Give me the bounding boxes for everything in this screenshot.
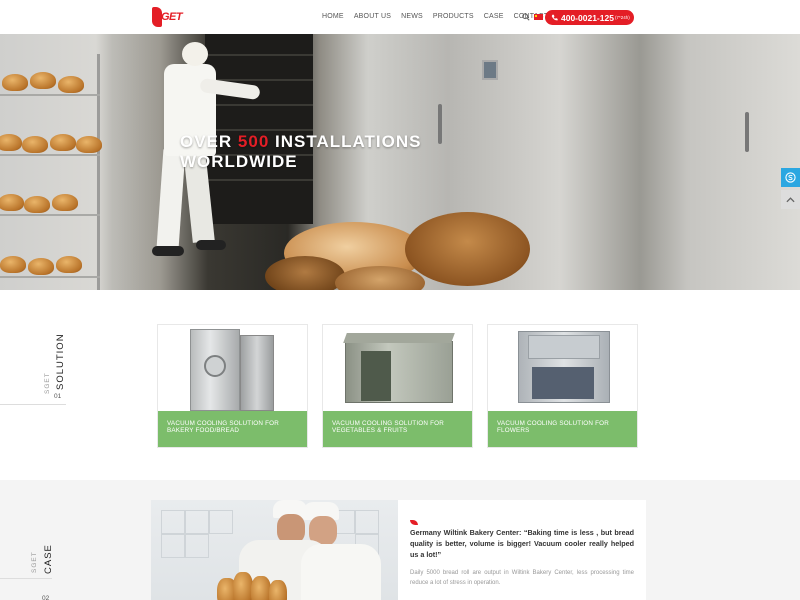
leaf-icon (410, 520, 418, 525)
cooler-machinery (532, 367, 594, 399)
control-panel (482, 60, 498, 80)
cooler-roof (343, 333, 455, 343)
wall-tile (355, 510, 379, 534)
card-caption: VACUUM COOLING SOLUTION FOR BAKERY FOOD/… (158, 411, 307, 447)
case-text-panel: Germany Wiltink Bakery Center: “Baking t… (398, 500, 646, 600)
bread-roll (56, 256, 82, 273)
nav-news[interactable]: NEWS (401, 13, 423, 20)
bread-roll (22, 136, 48, 153)
solution-card-flowers[interactable]: VACUUM COOLING SOLUTION FOR FLOWERS (487, 324, 638, 448)
case-sub: SGET (31, 551, 38, 573)
case-photo[interactable] (151, 500, 398, 600)
card-caption: VACUUM COOLING SOLUTION FOR VEGETABLES &… (323, 411, 472, 447)
back-to-top-icon (786, 196, 795, 202)
bread-roll (76, 136, 102, 153)
logo[interactable]: GET (152, 7, 183, 27)
cooler-top (528, 335, 600, 359)
bakery-cooler-image (158, 325, 307, 411)
solution-card-bakery[interactable]: VACUUM COOLING SOLUTION FOR BAKERY FOOD/… (157, 324, 308, 448)
bread-roll (233, 572, 253, 600)
solution-sub: SGET (44, 372, 51, 394)
vegetable-cooler-image (323, 325, 472, 411)
door-handle (745, 112, 749, 152)
site-header: GET HOME ABOUT US NEWS PRODUCTS CASE CON… (0, 0, 800, 34)
hero-title-line2: WORLDWIDE (180, 152, 298, 171)
solution-number: 01 (54, 393, 62, 400)
case-section-label: CASE SGET 02 (0, 540, 54, 600)
door-handle (438, 104, 442, 144)
wall-tile (209, 510, 233, 534)
wall-tile (185, 510, 209, 534)
phone-icon (551, 14, 558, 21)
hero-title-prefix: OVER (180, 132, 238, 151)
rack-shelf (0, 276, 100, 278)
bread-roll (0, 194, 24, 211)
bread-roll (2, 74, 28, 91)
cooler-opening (361, 351, 391, 401)
phone-button[interactable]: 400-0021-125 (7*24h) (545, 10, 634, 25)
bread-roll (50, 134, 76, 151)
card-caption: VACUUM COOLING SOLUTION FOR FLOWERS (488, 411, 637, 447)
cooler-window (204, 355, 226, 377)
skype-icon (785, 172, 796, 183)
nav-home[interactable]: HOME (322, 13, 344, 20)
flag-icon[interactable] (534, 14, 543, 20)
chef-jacket (301, 544, 381, 600)
search-icon[interactable] (522, 13, 530, 21)
solution-card-vegetables[interactable]: VACUUM COOLING SOLUTION FOR VEGETABLES &… (322, 324, 473, 448)
bread-roll (0, 134, 22, 151)
cooler-side (240, 335, 274, 411)
baker-head (182, 42, 208, 66)
hero-banner: OVER 500 INSTALLATIONS WORLDWIDE (0, 34, 800, 290)
baker-shoe (196, 240, 226, 250)
rack-shelf (0, 214, 100, 216)
flower-cooler-image (488, 325, 637, 411)
logo-text: GET (161, 11, 183, 23)
bread-roll (251, 576, 271, 600)
wall-tile (161, 534, 185, 558)
case-heading: CASE (43, 544, 54, 574)
skype-button[interactable] (781, 168, 800, 187)
baker-shoe (152, 246, 184, 256)
bread-loaf (405, 212, 530, 286)
bread-tray (217, 570, 297, 600)
phone-hours: (7*24h) (614, 15, 630, 20)
wall-tile (185, 534, 209, 558)
case-description: Daily 5000 bread roll are output in Wilt… (410, 570, 634, 586)
solution-section-label: SOLUTION SGET 01 (0, 333, 66, 410)
nav-about-us[interactable]: ABOUT US (354, 13, 391, 20)
bread-roll (30, 72, 56, 89)
solution-heading: SOLUTION (55, 333, 66, 390)
bread-roll (24, 196, 50, 213)
case-number: 02 (42, 595, 50, 600)
wall-tile (161, 510, 185, 534)
bread-roll (58, 76, 84, 93)
nav-case[interactable]: CASE (484, 13, 504, 20)
bread-roll (28, 258, 54, 275)
rack-shelf (0, 154, 100, 156)
back-to-top-button[interactable] (781, 190, 800, 209)
section-divider (0, 578, 52, 579)
case-title[interactable]: Germany Wiltink Bakery Center: “Baking t… (410, 527, 634, 560)
bread-loaf (265, 256, 345, 290)
hero-title-suffix: INSTALLATIONS (269, 132, 422, 151)
bread-rack (0, 54, 102, 290)
nav-products[interactable]: PRODUCTS (433, 13, 474, 20)
bread-roll (52, 194, 78, 211)
hero-title-highlight: 500 (237, 132, 270, 151)
phone-number: 400-0021-125 (561, 12, 614, 23)
bread-roll (269, 580, 287, 600)
rack-shelf (0, 94, 100, 96)
bread-roll (0, 256, 26, 273)
hero-title: OVER 500 INSTALLATIONS WORLDWIDE (180, 132, 421, 172)
section-divider (0, 404, 66, 405)
